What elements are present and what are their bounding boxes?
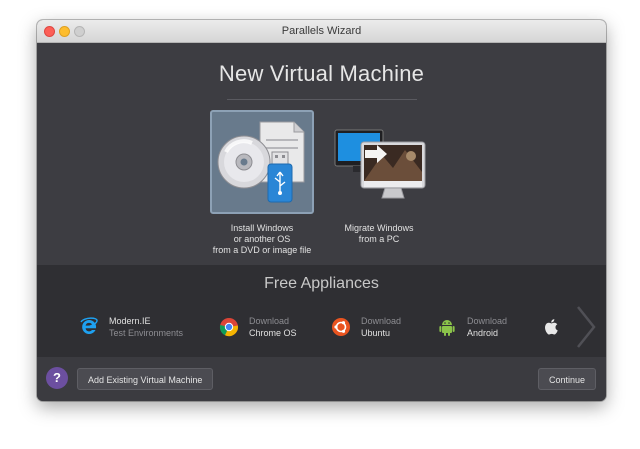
- page-title: New Virtual Machine: [218, 61, 425, 86]
- appliance-modern-ie-sub: Test Environments: [109, 328, 184, 338]
- option-install-windows[interactable]: [210, 110, 314, 214]
- wizard-window: Parallels Wizard New Virtual Machine Ins…: [37, 20, 606, 401]
- appliance-ubuntu-text: Download Ubuntu: [361, 315, 401, 339]
- android-icon: [439, 320, 455, 336]
- option-migrate-windows[interactable]: [327, 110, 431, 214]
- appliance-ubuntu-action: Download: [361, 316, 402, 326]
- dvd-usb-icon: [217, 121, 305, 203]
- new-vm-section: New Virtual Machine Install Windows or a…: [37, 43, 606, 265]
- appliance-modern-ie-name: Modern.IE: [109, 316, 151, 326]
- window-title: Parallels Wizard: [281, 25, 362, 37]
- apple-icon: [545, 319, 558, 335]
- title-bar[interactable]: Parallels Wizard: [37, 20, 606, 43]
- option-migrate-windows-label: Migrate Windows from a PC: [309, 223, 449, 245]
- appliance-chrome-os-action: Download: [249, 316, 290, 326]
- appliance-android-text: Download Android: [467, 315, 507, 339]
- add-existing-vm-button[interactable]: Add Existing Virtual Machine: [77, 368, 214, 390]
- chevron-right-icon[interactable]: [574, 305, 598, 349]
- ubuntu-icon: [332, 318, 350, 336]
- continue-button[interactable]: Continue: [537, 368, 596, 390]
- appliance-chrome-os-text: Download Chrome OS: [249, 315, 297, 339]
- appliance-modern-ie-text: Modern.IE Test Environments: [109, 315, 183, 339]
- wizard-footer: ? Add Existing Virtual Machine Continue: [37, 357, 606, 401]
- ie-icon: [80, 317, 98, 334]
- appliance-android-action: Download: [467, 316, 508, 326]
- migrate-pc-icon: [334, 129, 426, 199]
- option-install-line-3: from a DVD or image file: [212, 245, 312, 255]
- option-migrate-line-2: from a PC: [358, 234, 400, 244]
- option-migrate-line-1: Migrate Windows: [344, 223, 414, 233]
- appliance-macos-partial[interactable]: [542, 313, 566, 341]
- free-appliances-section: Free Appliances Modern.IE Test Environme…: [37, 265, 606, 357]
- title-divider: [227, 99, 417, 100]
- appliance-chrome-os-name: Chrome OS: [249, 328, 297, 338]
- help-button[interactable]: ?: [46, 367, 68, 389]
- appliance-android-name: Android: [467, 328, 499, 338]
- free-appliances-title: Free Appliances: [264, 275, 379, 292]
- appliance-ubuntu-name: Ubuntu: [361, 328, 391, 338]
- chrome-icon: [219, 318, 238, 337]
